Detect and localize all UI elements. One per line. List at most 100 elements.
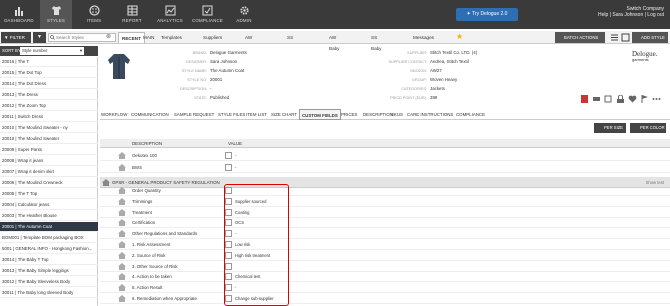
style-list-item[interactable]: 20009 | Super Pants [0,145,98,155]
add-style-button[interactable]: ADD STYLE [632,32,668,43]
style-tab[interactable]: SKUS [390,109,404,120]
style-list-item[interactable]: 20014 | The Dot Dress [0,79,98,89]
style-list-item[interactable]: 20011 | Switch Dress [0,112,98,122]
try-delogue-button[interactable]: ✦ Try Delogue 2.0 [456,8,518,21]
copy-icon[interactable] [604,95,613,103]
style-list-item[interactable]: 20013 | The Dress [0,90,98,100]
style-list-item[interactable]: 30013 | The Baby Simple leggings [0,266,98,276]
style-list-item-label: 20001 | The Autumn Coat [2,224,52,229]
nav-styles[interactable]: STYLES [40,0,72,29]
style-list-item[interactable]: 20010 | The Moulind Sweater [0,134,98,144]
per-color-button[interactable]: PER COLOR [630,123,666,133]
list-view-icon[interactable] [610,33,619,42]
style-list-item[interactable]: 30014 | The Baby T Top [0,255,98,265]
filter-toggle-button[interactable]: ▼ [33,32,46,43]
style-list-item[interactable]: 30011 | The Baby long sleeved Body [0,288,98,298]
tab-ss[interactable]: SS [284,32,296,43]
nav-admin[interactable]: ADMIN [230,0,258,29]
field-description: Other Regulations and Standards [132,231,198,237]
pdf-icon[interactable] [580,95,589,103]
home-icon [118,295,126,302]
style-list-item[interactable]: 20004 | Calculator jeans [0,200,98,210]
style-list-item[interactable]: 20010 | The Moulind Sweater - ny [0,123,98,133]
style-list-item-label: 30014 | The Baby T Top [2,257,49,262]
field-value[interactable]: - [235,150,236,161]
flag-icon[interactable] [640,95,649,103]
button-icon [88,5,100,16]
nav-label: ADMIN [236,18,252,23]
chevron-down-icon: ▾ [79,48,82,53]
detail-label: STYLE NO: [187,78,207,82]
detail-label: GROUP: [412,78,427,82]
field-description: BWS [132,165,143,170]
style-tab[interactable]: SAMPLE REQUEST [173,109,215,120]
expand-icon[interactable] [621,33,630,42]
field-value-icon[interactable] [225,164,232,171]
style-tab[interactable]: PRICES [340,109,358,120]
style-tab[interactable]: CUSTOM FIELDS [299,109,341,120]
style-list-item[interactable]: 20003 | The Heather Blouse [0,211,98,221]
tab-messages[interactable]: Messages [410,32,437,43]
nav-compliance[interactable]: COMPLIANCE [192,0,223,29]
style-list-item[interactable]: 30012 | The Baby Sleeveless Body [0,277,98,287]
tab-ss-baby[interactable]: SS Baby [368,32,384,51]
style-list-item[interactable]: 20008 | Wrap it jeans [0,156,98,166]
detail-value: 399 [430,95,438,100]
tab-main[interactable]: MAIN [140,32,157,43]
style-tab[interactable]: SIZE CHART [270,109,298,120]
style-list-item[interactable]: 20006 | The Moulind Crewneck [0,178,98,188]
style-list-item-label: 20005 | The T Top [2,191,38,196]
heart-icon[interactable] [628,95,637,103]
tab-aw[interactable]: AW [242,32,255,43]
nav-items[interactable]: ITEMS [78,0,110,29]
field-value[interactable]: - [235,162,236,173]
nav-dashboard[interactable]: DASHBOARD [0,0,38,29]
style-list-item-label: 20007 | Wrap it denim skirt [2,169,55,174]
funnel-icon: ▼ [37,34,42,40]
nav-label: ITEMS [86,18,102,23]
more-icon[interactable] [652,95,661,103]
tab-templates[interactable]: Templates [158,32,185,43]
style-list-item[interactable]: 20007 | Wrap it denim skirt [0,167,98,177]
nav-report[interactable]: REPORT [117,0,147,29]
tab-aw-baby[interactable]: AW Baby [326,32,342,51]
style-tab[interactable]: STYLE FILES [217,109,246,120]
per-size-button[interactable]: PER SIZE [594,123,626,133]
home-icon [118,152,126,159]
user-links[interactable]: Help | Sara Johnson | Log out [598,12,664,18]
style-list-item[interactable]: 20001 | The Autumn Coat [0,222,98,232]
style-tab[interactable]: ITEM LIST [245,109,268,120]
description-column-header: DESCRIPTION [132,141,163,146]
field-value-icon[interactable] [225,152,232,159]
style-list-item[interactable]: 20015 | The Dot Top [0,68,98,78]
style-list-item-label: 20003 | The Heather Blouse [2,213,57,218]
detail-label: DESIGNER: [186,60,207,64]
custom-field-row: 5. Action Result - [100,282,670,294]
print-icon[interactable] [592,95,601,103]
tab-suppliers[interactable]: Suppliers [200,32,225,43]
filter-button[interactable]: ▼ FILTER [1,32,31,43]
style-tab[interactable]: WORKFLOW [100,109,128,120]
nav-label: ANALYTICS [157,18,183,23]
bar-chart-icon [14,7,23,16]
clear-search-icon[interactable]: ⊗ [106,34,111,40]
sort-label: SORT BY [2,48,21,53]
star-icon[interactable]: ★ [456,32,463,42]
home-icon [118,187,126,194]
style-list-item[interactable]: 20012 | The Zoom Top [0,101,98,111]
style-list-item[interactable]: 20005 | The T Top [0,189,98,199]
style-list-item[interactable]: 20016 | The T [0,57,98,67]
detail-value: - [210,86,212,91]
style-list-item[interactable]: 5001 | GENERAL INFO - Hongkong Fashion..… [0,244,98,254]
style-list-item[interactable]: BOM001 | Template BOM packaging BOX [0,233,98,243]
style-tab[interactable]: COMPLIANCE [455,109,486,120]
batch-actions-button[interactable]: BATCH ACTIONS [555,32,605,43]
sort-select[interactable]: Style number ▾ [20,47,84,55]
style-tab[interactable]: CARE INSTRUCTIONS [406,109,454,120]
lock-icon[interactable] [616,95,625,103]
field-description: Trimmings [132,198,153,204]
nav-analytics[interactable]: ANALYTICS [153,0,187,29]
style-tab[interactable]: COMMUNICATION [130,109,170,120]
detail-value: Andrea, Stitch Textil [430,59,469,64]
custom-field-row: Certification OCS [100,217,670,229]
